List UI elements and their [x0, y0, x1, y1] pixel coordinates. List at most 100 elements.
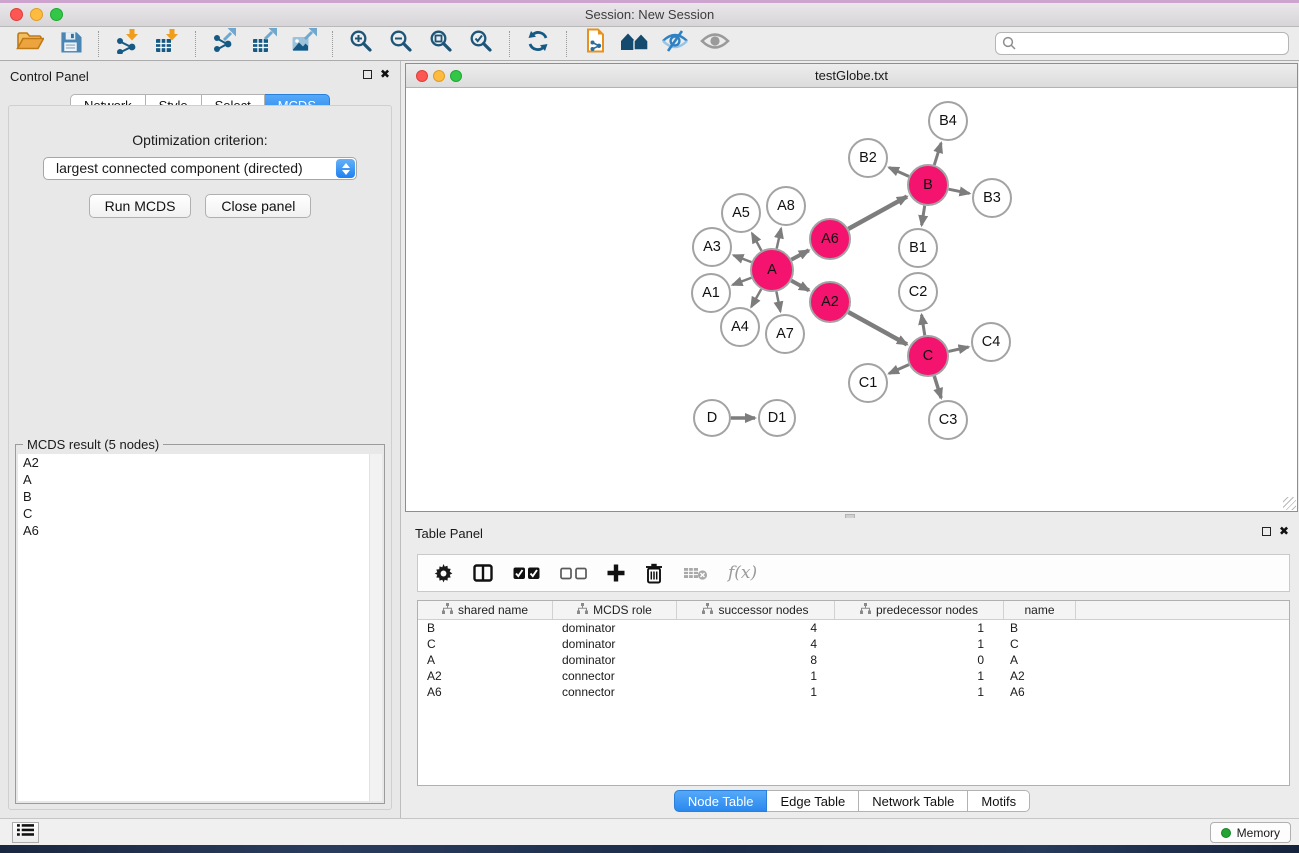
graph-node-A3[interactable]: A3 — [693, 228, 731, 266]
task-history-button[interactable] — [12, 822, 39, 843]
graph-edge-B-B2[interactable] — [889, 167, 909, 176]
table-cell[interactable]: dominator — [553, 652, 677, 668]
zoom-fit-button[interactable] — [421, 29, 461, 59]
graph-node-A6[interactable]: A6 — [810, 219, 850, 259]
graph-node-A1[interactable]: A1 — [692, 274, 730, 312]
column-header-predecessor-nodes[interactable]: predecessor nodes — [835, 601, 1004, 619]
window-resize-handle[interactable] — [1283, 497, 1296, 510]
table-cell[interactable]: 1 — [835, 684, 1004, 700]
function-builder-button[interactable]: f(x) — [728, 563, 757, 583]
result-list-scrollbar[interactable] — [369, 454, 382, 801]
graph-edge-B-B1[interactable] — [922, 206, 925, 226]
graph-edge-A-A5[interactable] — [752, 233, 762, 250]
table-cell[interactable]: 4 — [677, 636, 835, 652]
split-columns-button[interactable] — [473, 564, 493, 582]
graph-node-A7[interactable]: A7 — [766, 315, 804, 353]
table-cell[interactable]: A6 — [418, 684, 553, 700]
import-network-button[interactable] — [107, 29, 147, 59]
refresh-button[interactable] — [518, 29, 558, 59]
table-cell[interactable]: connector — [553, 668, 677, 684]
trash-button[interactable] — [645, 563, 663, 584]
graph-edge-A2-C[interactable] — [848, 312, 907, 344]
table-cell[interactable]: 0 — [835, 652, 1004, 668]
gear-button[interactable] — [434, 564, 453, 583]
table-cell[interactable]: C — [1004, 636, 1076, 652]
tab-edge-table[interactable]: Edge Table — [767, 790, 859, 812]
import-table-button[interactable] — [147, 29, 187, 59]
table-cell[interactable]: A — [418, 652, 553, 668]
table-cell[interactable]: A — [1004, 652, 1076, 668]
column-header-successor-nodes[interactable]: successor nodes — [677, 601, 835, 619]
float-panel-icon[interactable] — [363, 70, 372, 79]
graph-edge-A-A8[interactable] — [777, 228, 781, 248]
graph-edge-A6-B[interactable] — [848, 197, 907, 229]
graph-node-C3[interactable]: C3 — [929, 401, 967, 439]
column-header-name[interactable]: name — [1004, 601, 1076, 619]
graph-edge-B-B3[interactable] — [949, 189, 970, 193]
plus-button[interactable] — [607, 564, 625, 582]
tab-motifs[interactable]: Motifs — [968, 790, 1030, 812]
mcds-result-item[interactable]: A — [18, 471, 382, 488]
export-table-button[interactable] — [244, 29, 284, 59]
graph-edge-B-B4[interactable] — [934, 143, 941, 165]
graph-node-C[interactable]: C — [908, 336, 948, 376]
graph-edge-C-C4[interactable] — [948, 347, 968, 351]
table-cell[interactable]: 1 — [677, 668, 835, 684]
table-cell[interactable]: 1 — [835, 668, 1004, 684]
mcds-result-item[interactable]: A2 — [18, 454, 382, 471]
graph-edge-A-A1[interactable] — [733, 278, 752, 285]
export-network-button[interactable] — [204, 29, 244, 59]
open-session-button[interactable] — [10, 29, 50, 59]
table-row[interactable]: A2connector11A2 — [418, 668, 1289, 684]
tab-node-table[interactable]: Node Table — [674, 790, 768, 812]
mcds-result-item[interactable]: B — [18, 488, 382, 505]
float-table-panel-icon[interactable] — [1262, 527, 1271, 536]
mcds-result-item[interactable]: C — [18, 505, 382, 522]
graph-node-B1[interactable]: B1 — [899, 229, 937, 267]
zoom-in-button[interactable] — [341, 29, 381, 59]
table-cell[interactable]: 1 — [835, 620, 1004, 636]
graph-node-D1[interactable]: D1 — [759, 400, 795, 436]
table-row[interactable]: Adominator80A — [418, 652, 1289, 668]
graph-node-A4[interactable]: A4 — [721, 308, 759, 346]
graph-node-C4[interactable]: C4 — [972, 323, 1010, 361]
graph-node-A8[interactable]: A8 — [767, 187, 805, 225]
graph-edge-A-A4[interactable] — [751, 289, 761, 307]
table-cell[interactable]: C — [418, 636, 553, 652]
memory-button[interactable]: Memory — [1210, 822, 1291, 843]
mcds-result-item[interactable]: A6 — [18, 522, 382, 539]
graph-node-C2[interactable]: C2 — [899, 273, 937, 311]
graph-node-A2[interactable]: A2 — [810, 282, 850, 322]
export-image-button[interactable] — [284, 29, 324, 59]
zoom-selected-button[interactable] — [461, 29, 501, 59]
optimization-criterion-dropdown[interactable]: largest connected component (directed) — [43, 157, 357, 180]
table-cell[interactable]: B — [418, 620, 553, 636]
table-cell[interactable]: dominator — [553, 636, 677, 652]
graph-node-C1[interactable]: C1 — [849, 364, 887, 402]
zoom-out-button[interactable] — [381, 29, 421, 59]
graph-node-A[interactable]: A — [751, 249, 793, 291]
table-cell[interactable]: A2 — [1004, 668, 1076, 684]
table-cell[interactable]: 1 — [835, 636, 1004, 652]
close-table-panel-icon[interactable]: ✖ — [1279, 526, 1289, 536]
column-header-shared-name[interactable]: shared name — [418, 601, 553, 619]
graph-edge-A-A7[interactable] — [776, 292, 780, 312]
graph-edge-A-A3[interactable] — [733, 255, 751, 262]
graph-node-B3[interactable]: B3 — [973, 179, 1011, 217]
network-canvas[interactable]: AA1A2A3A4A5A6A7A8BB1B2B3B4CC1C2C3C4DD1 — [406, 89, 1297, 511]
document-share-button[interactable] — [575, 29, 615, 59]
tab-network-table[interactable]: Network Table — [859, 790, 968, 812]
table-row[interactable]: Cdominator41C — [418, 636, 1289, 652]
save-session-button[interactable] — [50, 29, 90, 59]
table-cell[interactable]: 1 — [677, 684, 835, 700]
graph-node-B[interactable]: B — [908, 165, 948, 205]
graph-edge-A-A2[interactable] — [791, 281, 809, 291]
eye-slash-button[interactable] — [655, 29, 695, 59]
graph-node-B2[interactable]: B2 — [849, 139, 887, 177]
double-home-button[interactable] — [615, 29, 655, 59]
table-cell[interactable]: connector — [553, 684, 677, 700]
table-delete-button[interactable] — [683, 566, 708, 580]
graph-node-A5[interactable]: A5 — [722, 194, 760, 232]
search-input[interactable] — [995, 32, 1289, 55]
graph-node-D[interactable]: D — [694, 400, 730, 436]
